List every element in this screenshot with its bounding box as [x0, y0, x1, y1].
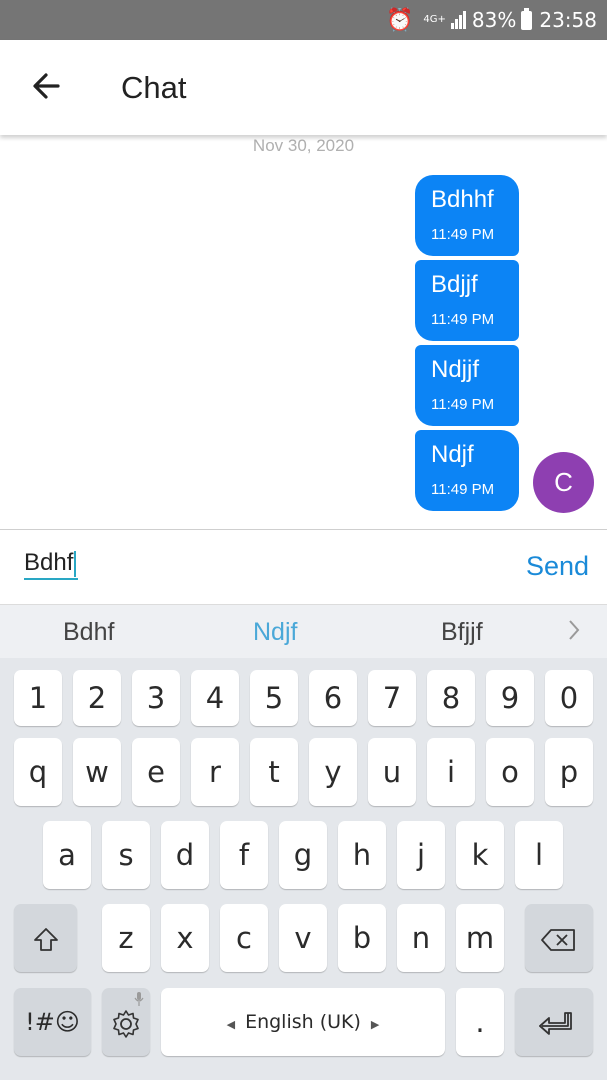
key-u[interactable]: u: [368, 738, 416, 806]
key-l[interactable]: l: [515, 821, 563, 889]
key-3[interactable]: 3: [132, 670, 180, 726]
microphone-icon: [134, 992, 144, 1006]
key-0[interactable]: 0: [545, 670, 593, 726]
key-q[interactable]: q: [14, 738, 62, 806]
gear-icon: [113, 1010, 139, 1038]
key-s[interactable]: s: [102, 821, 150, 889]
message-bubble[interactable]: Bdjjf 11:49 PM: [415, 260, 519, 341]
key-m[interactable]: m: [456, 904, 504, 972]
backspace-icon: [541, 929, 575, 951]
key-x[interactable]: x: [161, 904, 209, 972]
key-f[interactable]: f: [220, 821, 268, 889]
battery-icon: [521, 7, 533, 30]
key-8[interactable]: 8: [427, 670, 475, 726]
message-time: 11:49 PM: [431, 396, 495, 413]
key-b[interactable]: b: [338, 904, 386, 972]
keyboard: 1 2 3 4 5 6 7 8 9 0 q w e r t y u i o p …: [0, 658, 607, 1080]
chevron-right-icon: ▶: [370, 1018, 380, 1031]
key-c[interactable]: c: [220, 904, 268, 972]
shift-key[interactable]: [14, 904, 77, 972]
backspace-key[interactable]: [525, 904, 593, 972]
key-5[interactable]: 5: [250, 670, 298, 726]
key-y[interactable]: y: [309, 738, 357, 806]
message-time: 11:49 PM: [431, 481, 495, 498]
key-2[interactable]: 2: [73, 670, 121, 726]
message-bubble[interactable]: Bdhhf 11:49 PM: [415, 175, 519, 256]
period-key[interactable]: .: [456, 988, 504, 1056]
signal-icon: [450, 11, 466, 29]
space-key[interactable]: ◀ English (UK) ▶: [161, 988, 445, 1056]
send-button[interactable]: Send: [526, 551, 589, 582]
message-time: 11:49 PM: [431, 311, 495, 328]
suggestion-strip: Bdhf Ndjf Bfjjf: [0, 604, 607, 658]
key-n[interactable]: n: [397, 904, 445, 972]
key-k[interactable]: k: [456, 821, 504, 889]
key-4[interactable]: 4: [191, 670, 239, 726]
message-text: Ndjjf: [431, 356, 480, 383]
message-list[interactable]: Nov 30, 2020 Bdhhf 11:49 PM Bdjjf 11:49 …: [0, 135, 607, 529]
back-button[interactable]: [28, 66, 68, 106]
message-text: Bdjjf: [431, 271, 478, 298]
chevron-right-icon[interactable]: [565, 617, 583, 650]
settings-key[interactable]: [102, 988, 150, 1056]
key-7[interactable]: 7: [368, 670, 416, 726]
key-v[interactable]: v: [279, 904, 327, 972]
suggestion-item[interactable]: Ndjf: [253, 618, 297, 647]
suggestion-item[interactable]: Bfjjf: [441, 618, 483, 647]
key-9[interactable]: 9: [486, 670, 534, 726]
message-composer: Bdhf Send: [0, 529, 607, 604]
key-a[interactable]: a: [43, 821, 91, 889]
chevron-left-icon: ◀: [226, 1018, 236, 1031]
network-type: 4G+: [423, 14, 446, 25]
key-h[interactable]: h: [338, 821, 386, 889]
symbols-key[interactable]: !#☺: [14, 988, 91, 1056]
date-separator: Nov 30, 2020: [252, 136, 355, 155]
message-bubble[interactable]: Ndjf 11:49 PM: [415, 430, 519, 511]
key-w[interactable]: w: [73, 738, 121, 806]
message-bubble[interactable]: Ndjjf 11:49 PM: [415, 345, 519, 426]
key-t[interactable]: t: [250, 738, 298, 806]
key-d[interactable]: d: [161, 821, 209, 889]
message-input[interactable]: Bdhf: [24, 548, 79, 580]
app-bar: Chat: [0, 40, 607, 135]
clock: 23:58: [539, 8, 597, 32]
key-i[interactable]: i: [427, 738, 475, 806]
status-bar: ⏰ 4G+ 83% 23:58: [0, 0, 607, 40]
battery-percent: 83%: [471, 8, 517, 32]
key-6[interactable]: 6: [309, 670, 357, 726]
key-1[interactable]: 1: [14, 670, 62, 726]
key-j[interactable]: j: [397, 821, 445, 889]
page-title: Chat: [121, 70, 187, 105]
space-label: English (UK): [245, 1011, 361, 1033]
suggestion-item[interactable]: Bdhf: [63, 618, 114, 647]
key-e[interactable]: e: [132, 738, 180, 806]
shift-icon: [33, 928, 58, 951]
alarm-clock-icon: ⏰: [386, 7, 414, 33]
enter-icon: [539, 1012, 572, 1035]
avatar[interactable]: C: [533, 452, 594, 513]
key-r[interactable]: r: [191, 738, 239, 806]
message-time: 11:49 PM: [431, 226, 495, 243]
key-o[interactable]: o: [486, 738, 534, 806]
key-z[interactable]: z: [102, 904, 150, 972]
enter-key[interactable]: [515, 988, 593, 1056]
arrow-left-icon: [33, 73, 60, 99]
key-p[interactable]: p: [545, 738, 593, 806]
key-g[interactable]: g: [279, 821, 327, 889]
message-text: Ndjf: [431, 441, 474, 468]
message-text: Bdhhf: [431, 186, 494, 213]
